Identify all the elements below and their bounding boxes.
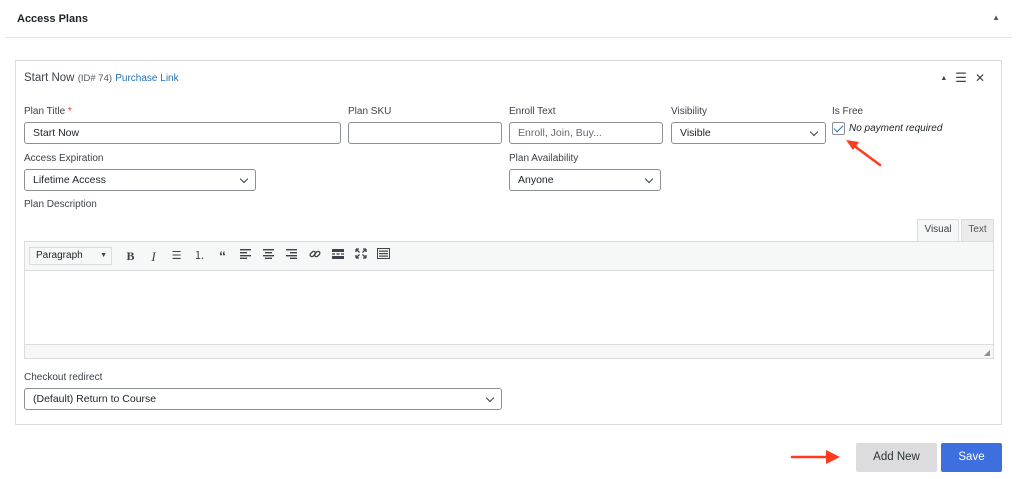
plan-header: Start Now (ID# 74) Purchase Link xyxy=(24,72,179,84)
add-new-button[interactable]: Add New xyxy=(856,443,937,472)
plan-description-label: Plan Description xyxy=(24,199,97,210)
tab-visual[interactable]: Visual xyxy=(917,219,959,241)
bullet-list-icon[interactable]: ☰ xyxy=(165,248,188,265)
visibility-select[interactable]: Visible xyxy=(671,122,826,144)
access-expiration-label: Access Expiration xyxy=(24,153,104,164)
toolbar-icons: B I ☰ ⒈ “ xyxy=(119,248,395,265)
access-expiration-select[interactable]: Lifetime Access xyxy=(24,169,256,191)
link-icon[interactable] xyxy=(303,248,326,265)
is-free-checkbox[interactable] xyxy=(832,122,845,135)
enroll-text-input[interactable]: Enroll, Join, Buy... xyxy=(509,122,663,144)
enroll-text-label: Enroll Text xyxy=(509,106,556,117)
collapse-toggle-icon[interactable]: ▲ xyxy=(992,13,1000,22)
align-right-icon[interactable] xyxy=(280,248,303,265)
no-payment-label: No payment required xyxy=(849,123,943,134)
plan-title-label: Plan Title * xyxy=(24,106,72,117)
checkout-redirect-label: Checkout redirect xyxy=(24,372,103,383)
resize-handle-icon[interactable]: ◢ xyxy=(984,348,990,357)
toolbar-toggle-icon[interactable] xyxy=(372,248,395,265)
visibility-label: Visibility xyxy=(671,106,707,117)
collapse-up-icon[interactable]: ▲ xyxy=(940,75,947,82)
checkout-redirect-select[interactable]: (Default) Return to Course xyxy=(24,388,502,410)
annotation-arrow-icon xyxy=(790,450,840,464)
plan-availability-select[interactable]: Anyone xyxy=(509,169,661,191)
blockquote-icon[interactable]: “ xyxy=(211,248,234,265)
editor-status-bar: ◢ xyxy=(25,344,993,358)
editor-content-area[interactable] xyxy=(25,271,993,346)
annotation-arrow-icon xyxy=(846,140,882,167)
plan-title-input[interactable]: Start Now xyxy=(24,122,341,144)
tab-text[interactable]: Text xyxy=(961,219,994,241)
plan-id: (ID# 74) xyxy=(77,73,113,84)
plan-sku-input[interactable] xyxy=(348,122,502,144)
fullscreen-icon[interactable] xyxy=(349,248,372,265)
close-icon[interactable]: ✕ xyxy=(975,71,985,85)
bold-icon[interactable]: B xyxy=(119,248,142,265)
save-button[interactable]: Save xyxy=(941,443,1002,472)
is-free-label: Is Free xyxy=(832,106,864,117)
align-center-icon[interactable] xyxy=(257,248,280,265)
drag-handle-icon[interactable]: ☰ xyxy=(955,70,967,86)
align-left-icon[interactable] xyxy=(234,248,257,265)
plan-sku-label: Plan SKU xyxy=(348,106,392,117)
numbered-list-icon[interactable]: ⒈ xyxy=(188,248,211,265)
read-more-icon[interactable] xyxy=(326,248,349,265)
purchase-link[interactable]: Purchase Link xyxy=(115,73,178,84)
description-editor: Paragraph B I ☰ ⒈ “ xyxy=(24,241,994,359)
plan-availability-label: Plan Availability xyxy=(509,153,579,164)
editor-toolbar: Paragraph B I ☰ ⒈ “ xyxy=(25,242,993,271)
access-plans-panel-header[interactable]: Access Plans ▲ xyxy=(5,0,1012,38)
italic-icon[interactable]: I xyxy=(142,248,165,265)
panel-title: Access Plans xyxy=(17,13,88,25)
plan-actions: ▲ ☰ ✕ xyxy=(940,70,985,86)
plan-name: Start Now xyxy=(24,72,75,84)
format-select[interactable]: Paragraph xyxy=(29,247,112,265)
required-mark: * xyxy=(67,106,72,117)
